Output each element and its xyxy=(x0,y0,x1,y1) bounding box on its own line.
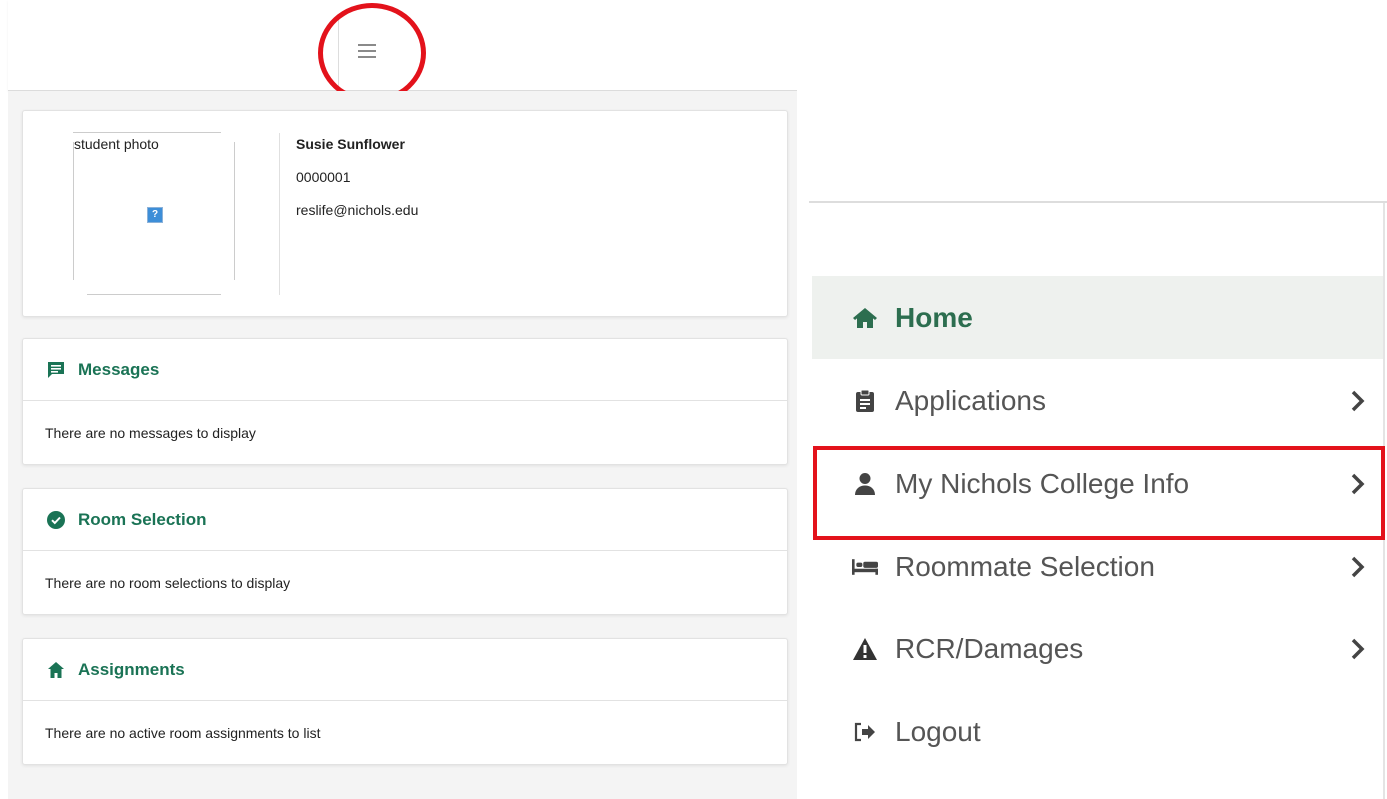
top-bar xyxy=(8,0,797,103)
nav-item-applications-label: Applications xyxy=(895,384,1046,416)
dashboard-content: student photo ? Susie Sunflower 0000001 … xyxy=(8,91,797,799)
assignments-empty-text: There are no active room assignments to … xyxy=(45,724,321,741)
student-photo: student photo ? xyxy=(73,132,235,296)
sign-out-icon xyxy=(852,719,878,745)
messages-title: Messages xyxy=(78,359,160,379)
nav-item-logout[interactable]: Logout xyxy=(812,690,1383,773)
student-id: 0000001 xyxy=(296,169,351,185)
profile-divider xyxy=(279,133,280,295)
profile-card: student photo ? Susie Sunflower 0000001 … xyxy=(22,110,788,317)
chevron-right-icon xyxy=(1349,636,1367,662)
warning-icon xyxy=(852,636,878,662)
messages-header: Messages xyxy=(23,339,787,401)
nav-item-rcr-damages[interactable]: RCR/Damages xyxy=(812,607,1383,690)
nav-item-logout-label: Logout xyxy=(895,715,981,747)
messages-empty-text: There are no messages to display xyxy=(45,424,256,441)
message-icon xyxy=(47,361,65,379)
assignments-header: Assignments xyxy=(23,639,787,701)
student-email: reslife@nichols.edu xyxy=(296,202,419,218)
nav-item-applications[interactable]: Applications xyxy=(812,359,1383,442)
student-name: Susie Sunflower xyxy=(296,136,405,152)
house-icon xyxy=(47,661,65,679)
student-portal-panel: student photo ? Susie Sunflower 0000001 … xyxy=(8,0,797,799)
nav-item-rcr-damages-label: RCR/Damages xyxy=(895,632,1084,664)
highlight-rectangle xyxy=(813,446,1385,540)
menu-top-divider xyxy=(809,201,1387,203)
room-selection-empty-text: There are no room selections to display xyxy=(45,574,291,591)
student-photo-alt-text: student photo xyxy=(74,136,159,152)
profile-info: Susie Sunflower 0000001 reslife@nichols.… xyxy=(296,136,418,235)
messages-card: Messages There are no messages to displa… xyxy=(22,338,788,465)
broken-image-icon: ? xyxy=(147,207,163,223)
nav-item-home[interactable]: Home xyxy=(812,276,1383,359)
assignments-card: Assignments There are no active room ass… xyxy=(22,638,788,765)
room-selection-title: Room Selection xyxy=(78,509,207,529)
chevron-right-icon xyxy=(1349,554,1367,580)
assignments-title: Assignments xyxy=(78,659,185,679)
room-selection-card: Room Selection There are no room selecti… xyxy=(22,488,788,615)
clipboard-icon xyxy=(852,388,878,414)
check-circle-icon xyxy=(47,510,65,529)
home-icon xyxy=(852,305,878,331)
bed-icon xyxy=(852,554,878,580)
chevron-right-icon xyxy=(1349,388,1367,414)
navigation-menu-panel: Home Applications My Nichols College Inf… xyxy=(797,0,1387,799)
nav-item-home-label: Home xyxy=(895,301,973,333)
highlight-circle xyxy=(318,3,426,103)
room-selection-header: Room Selection xyxy=(23,489,787,551)
nav-item-roommate-selection-label: Roommate Selection xyxy=(895,550,1155,582)
